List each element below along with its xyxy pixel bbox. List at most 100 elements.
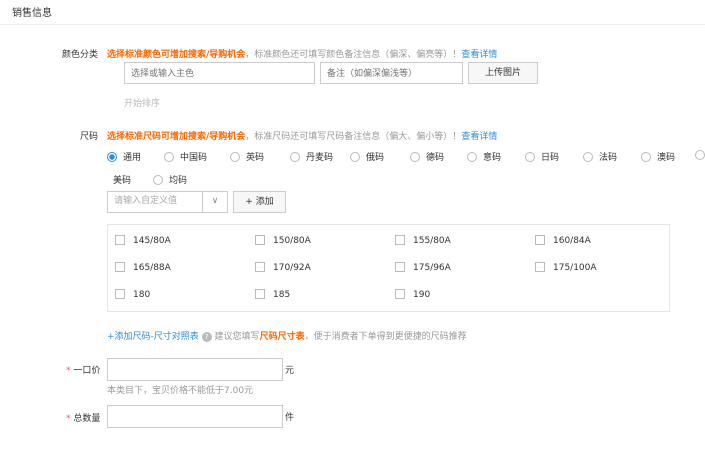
size-system-label: 丹麦码 — [306, 153, 334, 163]
size-option-checkbox[interactable]: 150/80A — [255, 235, 311, 246]
size-system-label: 通用 — [123, 153, 142, 163]
size-chart-tip-post: ，便于消费者下单得到更便捷的尺码推荐 — [304, 332, 467, 342]
required-mark: * — [66, 366, 71, 376]
checkbox-icon[interactable] — [535, 235, 545, 245]
upload-image-button[interactable]: 上传图片 — [468, 62, 538, 84]
size-option-label: 175/96A — [413, 263, 451, 273]
radio-icon[interactable] — [695, 150, 705, 160]
size-system-radio[interactable] — [695, 150, 705, 161]
size-system-radio[interactable]: 通用 — [107, 150, 141, 163]
checkbox-icon[interactable] — [255, 262, 265, 272]
size-label: 尺码 — [79, 132, 98, 142]
checkbox-icon[interactable] — [535, 262, 545, 272]
size-system-radio[interactable]: 中国码 — [164, 150, 207, 163]
checkbox-icon[interactable] — [255, 289, 265, 299]
radio-icon[interactable] — [107, 152, 117, 162]
radio-icon[interactable] — [583, 152, 593, 162]
custom-size-combobox[interactable]: 请输入自定义值 ∨ — [107, 191, 228, 213]
size-system-radio[interactable]: 日码 — [525, 150, 559, 163]
price-help: 本类目下，宝贝价格不能低于7.00元 — [107, 386, 254, 396]
size-system-label: 德码 — [426, 153, 445, 163]
size-option-checkbox[interactable]: 185 — [255, 289, 290, 300]
radio-icon[interactable] — [525, 152, 535, 162]
size-option-checkbox[interactable]: 165/88A — [115, 262, 171, 273]
size-option-checkbox[interactable]: 190 — [395, 289, 430, 300]
size-system-label: 俄码 — [366, 153, 385, 163]
required-mark: * — [66, 414, 71, 424]
size-system-radio[interactable]: 意码 — [467, 150, 501, 163]
color-hint-text: ，标准颜色还可填写颜色备注信息（偏深、偏亮等）！ — [245, 50, 462, 60]
radio-icon[interactable] — [350, 152, 360, 162]
main-color-input[interactable] — [124, 62, 315, 84]
size-system-radio[interactable]: 英码 — [230, 150, 264, 163]
size-option-label: 160/84A — [553, 236, 591, 246]
size-system-label: 日码 — [541, 153, 560, 163]
size-system-radio[interactable]: 德码 — [410, 150, 444, 163]
size-system-label: 意码 — [483, 153, 502, 163]
radio-icon[interactable] — [467, 152, 477, 162]
checkbox-icon[interactable] — [115, 235, 125, 245]
divider — [0, 24, 705, 25]
size-option-label: 165/88A — [133, 263, 171, 273]
price-label-text: 一口价 — [73, 366, 101, 376]
size-hint: 选择标准尺码可增加搜索/导购机会，标准尺码还可填写尺码备注信息（偏大、偏小等）！… — [107, 129, 497, 142]
quantity-unit: 件 — [285, 413, 295, 423]
size-option-checkbox[interactable]: 145/80A — [115, 235, 171, 246]
size-system-radio[interactable]: 俄码 — [350, 150, 384, 163]
color-note-input[interactable] — [320, 62, 463, 84]
custom-size-placeholder: 请输入自定义值 — [114, 196, 178, 206]
section-title: 销售信息 — [12, 8, 52, 19]
quantity-label-text: 总数量 — [73, 414, 101, 424]
size-option-checkbox[interactable]: 180 — [115, 289, 150, 300]
size-option-label: 175/100A — [553, 263, 597, 273]
size-system-label: 均码 — [169, 176, 188, 186]
size-hint-text: ，标准尺码还可填写尺码备注信息（偏大、偏小等）！ — [245, 132, 462, 142]
add-size-button[interactable]: + 添加 — [233, 191, 286, 213]
size-option-checkbox[interactable]: 175/96A — [395, 262, 451, 273]
size-option-checkbox[interactable]: 170/92A — [255, 262, 311, 273]
size-option-label: 185 — [273, 290, 291, 300]
size-option-label: 190 — [413, 290, 431, 300]
checkbox-icon[interactable] — [255, 235, 265, 245]
color-details-link[interactable]: 查看详情 — [461, 50, 497, 60]
size-system-label: 澳码 — [657, 153, 676, 163]
size-option-label: 145/80A — [133, 236, 171, 246]
size-system-label: 中国码 — [180, 153, 208, 163]
radio-icon[interactable] — [410, 152, 420, 162]
help-icon[interactable]: ? — [201, 332, 212, 342]
size-option-label: 180 — [133, 290, 151, 300]
size-option-checkbox[interactable]: 175/100A — [535, 262, 597, 273]
size-system-radio[interactable]: 丹麦码 — [290, 150, 333, 163]
size-option-label: 150/80A — [273, 236, 311, 246]
checkbox-icon[interactable] — [395, 289, 405, 299]
checkbox-icon[interactable] — [395, 235, 405, 245]
add-size-chart-link[interactable]: +添加尺码-尺寸对照表 — [107, 332, 199, 342]
size-system-label-wrap: 美码 — [113, 173, 131, 186]
size-system-label: 美码 — [113, 176, 132, 186]
chevron-down-icon[interactable]: ∨ — [202, 192, 227, 212]
radio-icon[interactable] — [290, 152, 300, 162]
price-input[interactable] — [107, 358, 283, 381]
size-chart-row: +添加尺码-尺寸对照表 ? 建议您填写尺码尺寸表，便于消费者下单得到更便捷的尺码… — [107, 329, 467, 342]
size-system-label: 英码 — [246, 153, 265, 163]
radio-icon[interactable] — [641, 152, 651, 162]
checkbox-icon[interactable] — [115, 289, 125, 299]
checkbox-icon[interactable] — [115, 262, 125, 272]
size-system-radio[interactable]: 澳码 — [641, 150, 675, 163]
size-system-radio[interactable]: 法码 — [583, 150, 617, 163]
size-option-checkbox[interactable]: 155/80A — [395, 235, 451, 246]
price-label: * 一口价 — [66, 363, 100, 376]
color-hint: 选择标准颜色可增加搜索/导购机会，标准颜色还可填写颜色备注信息（偏深、偏亮等）！… — [107, 47, 497, 60]
quantity-input[interactable] — [107, 405, 283, 428]
radio-icon[interactable] — [230, 152, 240, 162]
size-option-checkbox[interactable]: 160/84A — [535, 235, 591, 246]
radio-icon[interactable] — [164, 152, 174, 162]
size-details-link[interactable]: 查看详情 — [461, 132, 497, 142]
size-option-label: 155/80A — [413, 236, 451, 246]
quantity-label: * 总数量 — [66, 411, 100, 424]
color-hint-strong: 选择标准颜色可增加搜索/导购机会 — [107, 50, 246, 60]
size-system-radio[interactable]: 均码 — [153, 173, 187, 186]
checkbox-icon[interactable] — [395, 262, 405, 272]
start-sort-link[interactable]: 开始排序 — [124, 96, 160, 109]
radio-icon[interactable] — [153, 175, 163, 185]
